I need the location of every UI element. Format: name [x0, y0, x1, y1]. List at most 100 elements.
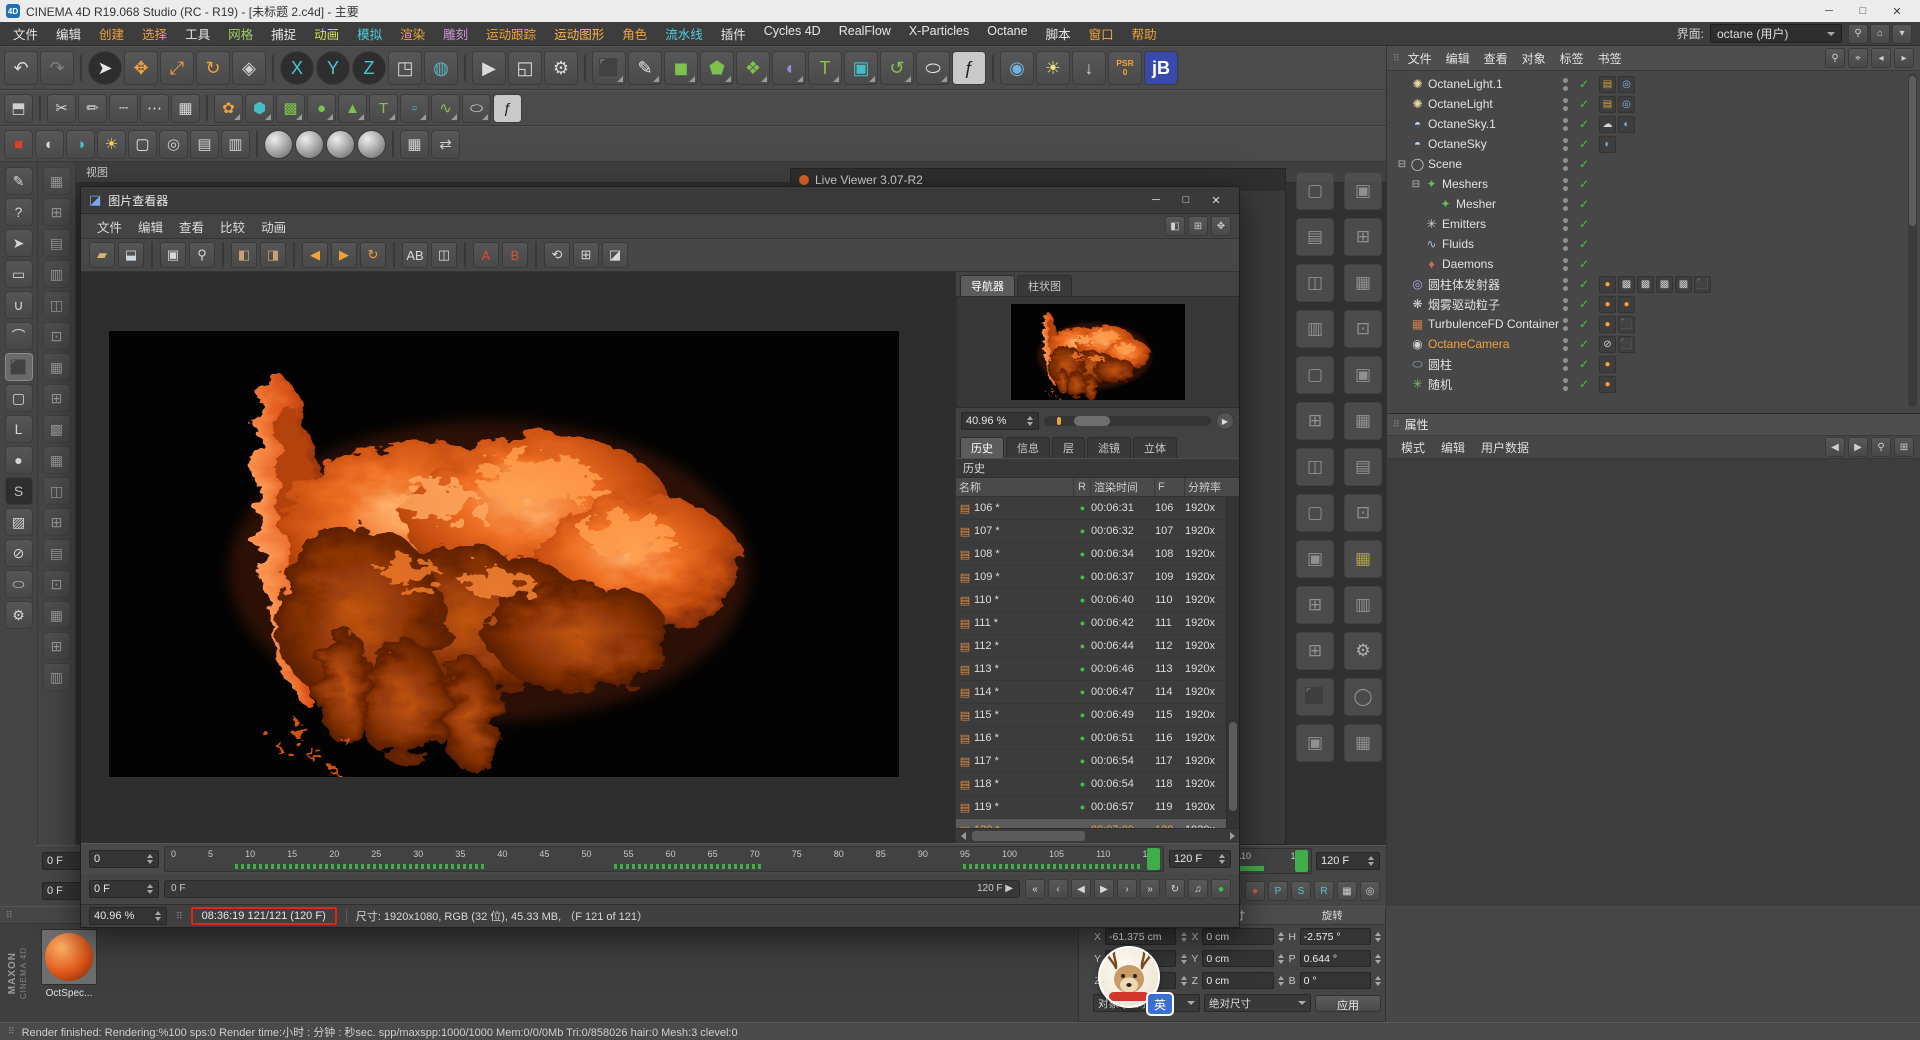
status-zoom-field[interactable]: 40.96 % [89, 907, 167, 925]
render-region-icon[interactable]: ◱ [508, 51, 542, 85]
select-arrow-icon[interactable]: ➤ [4, 229, 33, 257]
array-icon[interactable]: ❖ [736, 51, 770, 85]
coordinate-field[interactable]: X -61.375 cm [1093, 927, 1188, 946]
collapse-icon[interactable]: ▾ [1892, 23, 1912, 44]
generator-icon[interactable]: ⬟ [700, 51, 734, 85]
maximize-button[interactable]: □ [1846, 1, 1880, 21]
range-left-handle[interactable]: 0 F [167, 882, 189, 894]
compare-b-icon[interactable]: ◨ [260, 242, 286, 268]
object-tag-icon[interactable]: ● [1599, 295, 1616, 313]
menu-item[interactable]: 雕刻 [434, 23, 477, 44]
menu-item[interactable]: X-Particles [900, 23, 978, 44]
picture-viewer-titlebar[interactable]: ◪ 图片查看器 ─ □ ✕ [81, 187, 1239, 214]
object-tag-icon[interactable]: ▩ [1637, 275, 1654, 293]
object-tag-icon[interactable]: ⊘ [1599, 335, 1616, 353]
tab[interactable]: 导航器 [960, 275, 1015, 296]
material-preview[interactable] [41, 929, 97, 985]
lock-z-icon[interactable]: Z [352, 51, 386, 85]
tab[interactable]: 柱状图 [1017, 275, 1072, 296]
object-tag-icon[interactable]: ◎ [1618, 95, 1635, 113]
stepper[interactable] [145, 882, 154, 896]
points-icon[interactable]: ⋯ [140, 93, 169, 123]
knife-icon[interactable]: ✂ [47, 93, 76, 123]
shade-half-icon[interactable]: ◐ [35, 129, 64, 159]
visibility-dots[interactable] [1563, 76, 1571, 92]
enable-check-icon[interactable]: ✓ [1579, 177, 1589, 191]
menu-item[interactable]: 捕捉 [262, 23, 305, 44]
palette-grid-icon[interactable]: ⊞ [42, 508, 71, 536]
zoom-play-button[interactable]: ▶ [1216, 412, 1234, 430]
stepper[interactable] [1366, 854, 1375, 868]
palette-grid-icon[interactable]: ▩ [42, 415, 71, 443]
viewport-settings-icon[interactable]: ⚙ [4, 601, 33, 629]
palette-icon[interactable]: ▣ [1296, 540, 1334, 578]
helix-icon[interactable]: ∿ [431, 93, 460, 123]
next-image-icon[interactable]: ▶ [331, 242, 357, 268]
card2-icon[interactable]: ▥ [221, 129, 250, 159]
dock-icon[interactable]: ◧ [1165, 216, 1185, 236]
column-r[interactable]: R [1074, 478, 1091, 496]
keyframe-presets-icon[interactable]: ◎ [1360, 881, 1380, 901]
undo-icon[interactable]: ↶ [4, 51, 38, 85]
object-tag-icon[interactable]: ◐ [1618, 115, 1635, 133]
visibility-dots[interactable] [1563, 316, 1571, 332]
size-mode-select[interactable]: 绝对尺寸 [1204, 994, 1311, 1012]
column-rendertime[interactable]: 渲染时间 [1091, 478, 1155, 496]
film-icon[interactable]: ▦ [400, 129, 429, 159]
zoom-slider-thumb[interactable] [1074, 416, 1111, 426]
history-row[interactable]: ▤ 120 * ● 00:07:00 120 1920x [956, 819, 1239, 828]
scroll-right-icon[interactable]: ▸ [1894, 48, 1914, 68]
dual-view-icon[interactable]: ◫ [431, 242, 457, 268]
visibility-dots[interactable] [1563, 336, 1571, 352]
render-view-icon[interactable]: ▶ [472, 51, 506, 85]
prev-image-icon[interactable]: ◀ [302, 242, 328, 268]
object-row[interactable]: ♦ Daemons ✓ [1387, 254, 1920, 274]
image-canvas[interactable] [81, 272, 955, 843]
object-row[interactable]: ⬭ 圆柱 ✓ ● [1387, 354, 1920, 374]
apply-button[interactable]: 应用 [1315, 994, 1381, 1012]
history-scrollbar[interactable] [1226, 497, 1239, 828]
rotate-tool-icon[interactable]: ↻ [196, 51, 230, 85]
panel-config-icon[interactable]: ⊞ [1894, 437, 1914, 457]
scale-tool-icon[interactable]: ⤢ [160, 51, 194, 85]
scrollbar-thumb[interactable] [1229, 722, 1237, 812]
sphere-tool-icon[interactable]: S [4, 477, 33, 505]
material-sphere-icon[interactable] [264, 129, 293, 159]
home-icon[interactable]: ⌂ [1870, 23, 1890, 44]
record-param-icon[interactable]: ▦ [1337, 881, 1357, 901]
column-name[interactable]: 名称 [956, 478, 1074, 496]
layout-icon[interactable]: ⬒ [4, 93, 33, 123]
material-sphere-icon[interactable] [357, 129, 386, 159]
palette-grid-icon[interactable]: ▤ [42, 539, 71, 567]
object-label[interactable]: Scene [1426, 157, 1462, 171]
stepper[interactable] [145, 852, 154, 866]
object-row[interactable]: ◓ OctaneSky.1 ✓ ☁ ◐ [1387, 114, 1920, 134]
picture-viewer-menu-item[interactable]: 编辑 [130, 216, 171, 237]
filter-icon[interactable]: ⚲ [1825, 48, 1845, 68]
zoom-slider[interactable] [1044, 416, 1211, 426]
visibility-dots[interactable] [1563, 256, 1571, 272]
panel-grip[interactable]: ⠿ [6, 910, 13, 921]
palette-icon[interactable]: ⊞ [1296, 632, 1334, 670]
minimize-button[interactable]: ─ [1812, 1, 1846, 21]
picture-viewer-menu-item[interactable]: 查看 [171, 216, 212, 237]
menu-item[interactable]: 文件 [4, 23, 47, 44]
history-row[interactable]: ▤ 111 * ● 00:06:42 111 1920x [956, 612, 1239, 635]
rect-select-icon[interactable]: ▭ [4, 260, 33, 288]
psr-plugin-icon[interactable]: PSR 0 [1108, 51, 1142, 85]
text-generator-icon[interactable]: T [369, 93, 398, 123]
palette-icon[interactable]: ▦ [1344, 724, 1382, 762]
rotate-view-icon[interactable]: ⟲ [544, 242, 570, 268]
scroll-left-icon[interactable]: ◂ [1871, 48, 1891, 68]
stepper[interactable] [1374, 952, 1383, 966]
enable-check-icon[interactable]: ✓ [1579, 257, 1589, 271]
coordinate-field[interactable]: Z 0 cm [1190, 971, 1285, 990]
visibility-dots[interactable] [1563, 296, 1571, 312]
menu-item[interactable]: RealFlow [830, 23, 900, 44]
stepper[interactable] [1277, 930, 1286, 944]
palette-icon[interactable]: ◯ [1344, 678, 1382, 716]
history-row[interactable]: ▤ 119 * ● 00:06:57 119 1920x [956, 796, 1239, 819]
panel-menu-item[interactable]: 编辑 [1433, 437, 1473, 458]
tab[interactable]: 历史 [960, 437, 1004, 458]
lathe-icon[interactable]: ⬭ [462, 93, 491, 123]
